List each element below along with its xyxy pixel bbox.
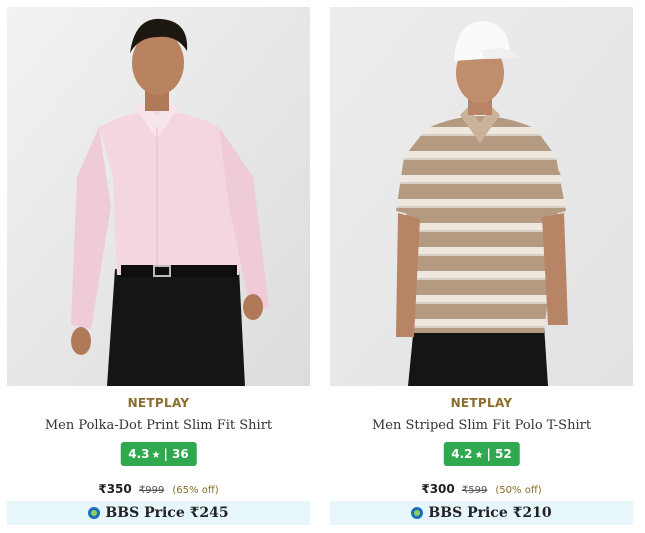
rating-separator: | [486,447,491,461]
discount-percent: (65% off) [172,485,219,496]
rating-badge: 4.3 ★ | 36 [120,442,197,466]
product-grid: NETPLAY Men Polka-Dot Print Slim Fit Shi… [0,0,645,533]
price-row: ₹300 ₹599 (50% off) [330,478,633,497]
review-count: 52 [495,447,512,461]
product-card[interactable]: NETPLAY Men Polka-Dot Print Slim Fit Shi… [7,7,310,527]
bbs-price-label: BBS Price ₹245 [105,505,229,521]
bbs-logo-icon [88,507,101,519]
product-title[interactable]: Men Striped Slim Fit Polo T-Shirt [330,418,633,433]
bbs-price-banner: BBS Price ₹210 [330,501,633,525]
brand-name: NETPLAY [450,396,513,410]
star-icon: ★ [474,450,484,461]
rating-value: 4.3 [128,447,150,461]
product-image[interactable] [330,7,633,386]
discount-percent: (50% off) [495,485,542,496]
selling-price: ₹350 [98,482,132,496]
price-row: ₹350 ₹999 (65% off) [7,478,310,497]
rating-separator: | [163,447,168,461]
model-in-pink-shirt-image [7,7,310,386]
bbs-logo-icon [411,507,424,519]
model-in-striped-polo-image [330,7,633,386]
review-count: 36 [172,447,189,461]
bbs-price-banner: BBS Price ₹245 [7,501,310,525]
product-title[interactable]: Men Polka-Dot Print Slim Fit Shirt [7,418,310,433]
brand-name: NETPLAY [127,396,190,410]
original-price: ₹599 [461,485,488,496]
product-image[interactable] [7,7,310,386]
rating-badge: 4.2 ★ | 52 [443,442,520,466]
selling-price: ₹300 [421,482,455,496]
bbs-price-label: BBS Price ₹210 [428,505,552,521]
original-price: ₹999 [138,485,165,496]
product-card[interactable]: NETPLAY Men Striped Slim Fit Polo T-Shir… [330,7,633,527]
star-icon: ★ [151,450,161,461]
rating-value: 4.2 [451,447,473,461]
